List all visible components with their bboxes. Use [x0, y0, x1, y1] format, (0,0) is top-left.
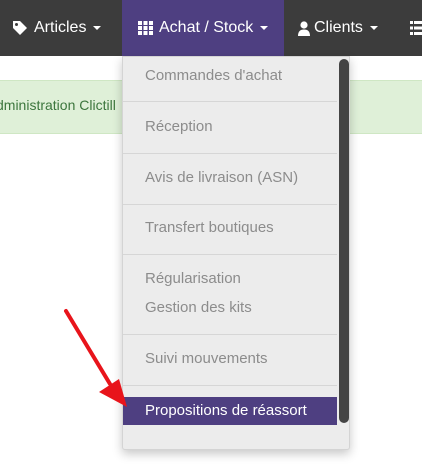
- chevron-down-icon: [369, 26, 378, 30]
- menu-divider: [123, 101, 337, 102]
- menu-divider: [123, 385, 337, 386]
- menu-item-regularisation[interactable]: Régularisation: [145, 270, 241, 287]
- achat-stock-dropdown: Commandes d'achat Réception Avis de livr…: [122, 56, 350, 450]
- nav-more[interactable]: [410, 0, 422, 56]
- menu-item-avis-livraison[interactable]: Avis de livraison (ASN): [145, 169, 298, 186]
- list-icon: [410, 21, 422, 35]
- nav-clients[interactable]: Clients: [298, 0, 378, 56]
- menu-item-propositions-reassort-label: Propositions de réassort: [145, 402, 307, 419]
- menu-item-suivi-mouvements[interactable]: Suivi mouvements: [145, 350, 268, 367]
- dropdown-scrollbar[interactable]: [339, 59, 349, 423]
- nav-clients-label: Clients: [314, 19, 363, 36]
- chevron-down-icon: [93, 26, 102, 30]
- tag-icon: [12, 20, 28, 36]
- nav-achat-stock[interactable]: Achat / Stock: [122, 0, 284, 56]
- top-navbar: Articles Achat / Stock Clients: [0, 0, 422, 56]
- menu-item-commandes-achat[interactable]: Commandes d'achat: [145, 67, 282, 84]
- menu-divider: [123, 254, 337, 255]
- nav-articles-label: Articles: [34, 19, 87, 36]
- alert-text: dministration Clictill: [0, 97, 116, 113]
- user-icon: [298, 20, 310, 36]
- menu-divider: [123, 153, 337, 154]
- nav-articles[interactable]: Articles: [12, 0, 102, 56]
- nav-achat-stock-label: Achat / Stock: [159, 19, 254, 36]
- menu-divider: [123, 334, 337, 335]
- grid-icon: [138, 21, 153, 35]
- menu-item-transfert-boutiques[interactable]: Transfert boutiques: [145, 219, 274, 236]
- menu-item-gestion-kits[interactable]: Gestion des kits: [145, 299, 252, 316]
- menu-divider: [123, 204, 337, 205]
- chevron-down-icon: [260, 26, 269, 30]
- menu-item-propositions-reassort[interactable]: Propositions de réassort: [123, 397, 337, 425]
- menu-item-reception[interactable]: Réception: [145, 118, 213, 135]
